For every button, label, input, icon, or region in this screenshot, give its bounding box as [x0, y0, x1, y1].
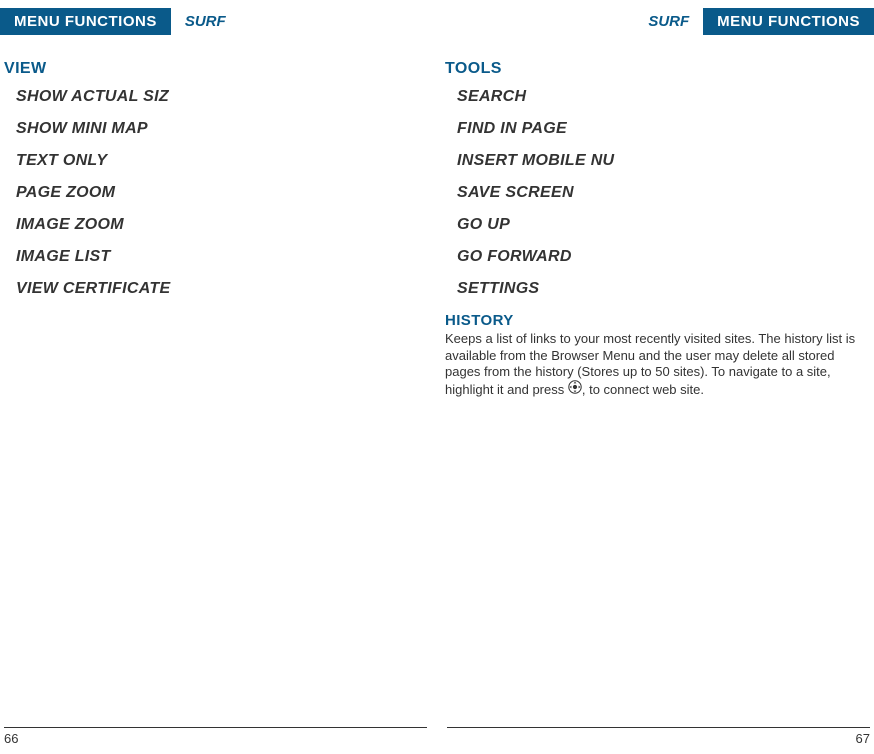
history-heading: HISTORY	[445, 312, 870, 329]
page-67: SURF MENU FUNCTIONS TOOLS SEARCH FIND IN…	[437, 0, 874, 754]
dpad-icon	[568, 380, 582, 399]
left-content: VIEW SHOW ACTUAL SIZ SHOW MINI MAP TEXT …	[0, 36, 437, 298]
header-left: MENU FUNCTIONS SURF	[0, 6, 437, 36]
history-text-after: , to connect web site.	[582, 382, 704, 397]
tools-item-save-screen: SAVE SCREEN	[457, 184, 870, 202]
tools-item-settings: SETTINGS	[457, 280, 870, 298]
header-right: SURF MENU FUNCTIONS	[437, 6, 874, 36]
menu-functions-tab-left: MENU FUNCTIONS	[0, 8, 171, 35]
view-item-show-mini-map: SHOW MINI MAP	[16, 120, 413, 138]
view-item-page-zoom: PAGE ZOOM	[16, 184, 413, 202]
surf-label-left: SURF	[185, 13, 226, 30]
tools-item-find-in-page: FIND IN PAGE	[457, 120, 870, 138]
page-number-left: 66	[4, 731, 18, 746]
view-heading: VIEW	[4, 60, 413, 78]
surf-label-right: SURF	[648, 13, 689, 30]
tools-item-go-forward: GO FORWARD	[457, 248, 870, 266]
menu-functions-tab-right: MENU FUNCTIONS	[703, 8, 874, 35]
history-block: HISTORY Keeps a list of links to your mo…	[445, 312, 870, 400]
page-number-right: 67	[856, 731, 870, 746]
tools-item-insert-mobile-nu: INSERT MOBILE NU	[457, 152, 870, 170]
view-item-image-list: IMAGE LIST	[16, 248, 413, 266]
history-text: Keeps a list of links to your most recen…	[445, 331, 870, 400]
view-item-image-zoom: IMAGE ZOOM	[16, 216, 413, 234]
view-item-show-actual-size: SHOW ACTUAL SIZ	[16, 88, 413, 106]
tools-heading: TOOLS	[445, 60, 870, 78]
page-66: MENU FUNCTIONS SURF VIEW SHOW ACTUAL SIZ…	[0, 0, 437, 754]
footer-right: 67	[447, 727, 870, 746]
view-item-text-only: TEXT ONLY	[16, 152, 413, 170]
footer-left: 66	[4, 727, 427, 746]
view-item-view-certificate: VIEW CERTIFICATE	[16, 280, 413, 298]
tools-item-search: SEARCH	[457, 88, 870, 106]
tools-item-go-up: GO UP	[457, 216, 870, 234]
right-content: TOOLS SEARCH FIND IN PAGE INSERT MOBILE …	[437, 36, 874, 400]
